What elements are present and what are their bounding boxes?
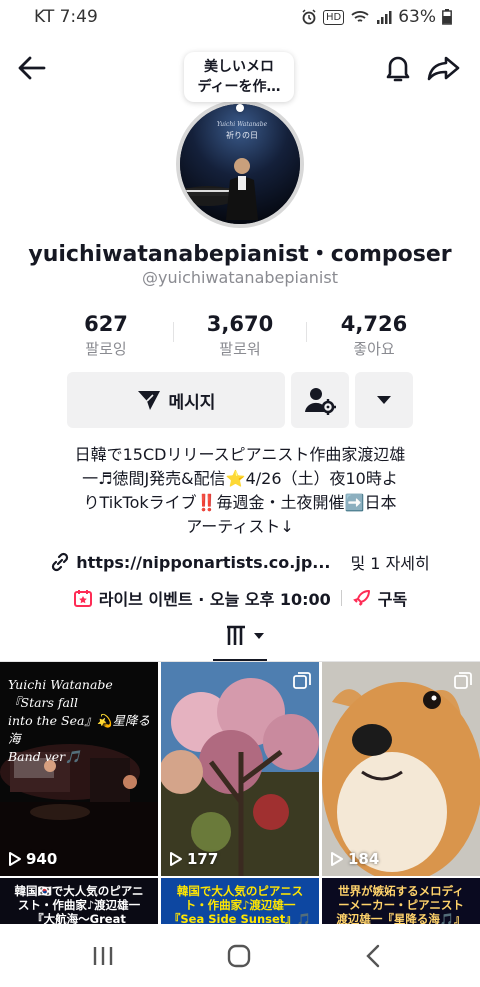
avatar[interactable]: Yuichi Watanabe 祈りの日 xyxy=(176,100,304,228)
followers-count: 3,670 xyxy=(206,312,274,336)
video-thumbnail[interactable]: 韓国🇰🇷で大人気のピアニ スト・作曲家♪渡辺雄一 『大航海〜Great xyxy=(0,878,158,924)
bubble-pointer xyxy=(236,104,244,112)
status-icons: HD 63% xyxy=(301,7,452,27)
system-back-button[interactable] xyxy=(360,943,390,969)
likes-label: 좋아요 xyxy=(353,340,395,358)
user-gear-icon xyxy=(305,388,336,415)
more-dropdown-button[interactable] xyxy=(355,372,413,428)
message-label: 메시지 xyxy=(168,392,216,413)
video-thumbnail[interactable]: 韓国で大人気のピアニス ト・作曲家♪渡辺雄一 『Sea Side Sunset』… xyxy=(161,878,319,924)
caret-down-icon xyxy=(254,633,264,639)
play-icon xyxy=(170,852,182,866)
video-title: 世界が嫉妬するメロディ ーメーカー・ピアニスト 渡辺雄一『星降る海🎵』 xyxy=(336,884,466,924)
stat-following[interactable]: 627 팔로잉 xyxy=(46,312,166,359)
link-icon xyxy=(52,552,69,572)
system-nav-bar xyxy=(0,925,480,987)
wifi-icon xyxy=(351,11,369,22)
svg-text:Yuichi Watanabe: Yuichi Watanabe xyxy=(217,121,268,128)
more-link[interactable]: 및 1 자세히 xyxy=(351,550,430,574)
stat-divider xyxy=(173,322,174,342)
battery-percent: 63% xyxy=(398,7,436,27)
cherry-blossom-image xyxy=(161,662,319,876)
recents-icon xyxy=(93,947,113,965)
note-bubble[interactable]: 美しいメロ ディーを作… xyxy=(184,52,294,102)
profile-name: yuichiwatanabepianist・composer xyxy=(28,242,452,267)
notification-button[interactable] xyxy=(380,50,416,86)
subscribe-label[interactable]: 구독 xyxy=(378,586,407,610)
home-button[interactable] xyxy=(224,943,254,969)
view-count-value: 184 xyxy=(348,850,380,868)
share-button[interactable] xyxy=(424,50,464,86)
bell-icon xyxy=(386,56,410,82)
video-title: 韓国🇰🇷で大人気のピアニ スト・作曲家♪渡辺雄一 『大航海〜Great xyxy=(14,884,144,924)
view-count: 177 xyxy=(169,850,218,868)
carrier-time: KT 7:49 xyxy=(34,7,98,27)
video-thumbnail[interactable]: 184 xyxy=(322,662,480,876)
following-count: 627 xyxy=(84,312,128,336)
video-thumbnail[interactable]: 177 xyxy=(161,662,319,876)
likes-count: 4,726 xyxy=(340,312,408,336)
tab-videos[interactable] xyxy=(222,622,268,650)
view-count: 184 xyxy=(330,850,379,868)
view-count-value: 940 xyxy=(26,850,58,868)
stat-likes[interactable]: 4,726 좋아요 xyxy=(314,312,434,359)
send-icon xyxy=(137,391,160,410)
alarm-icon xyxy=(302,9,316,25)
recent-apps-button[interactable] xyxy=(88,943,118,969)
arrow-left-icon xyxy=(18,56,46,80)
signal-icon xyxy=(377,11,392,24)
view-count: 940 xyxy=(8,850,57,868)
grid-lines-icon xyxy=(227,625,245,645)
stat-followers[interactable]: 3,670 팔로워 xyxy=(180,312,300,359)
video-thumbnail[interactable]: 世界が嫉妬するメロディ ーメーカー・ピアニスト 渡辺雄一『星降る海🎵』 xyxy=(322,878,480,924)
calendar-star-icon xyxy=(73,590,92,607)
follow-settings-button[interactable] xyxy=(291,372,349,428)
live-event-text: 라이브 이벤트 · 오늘 오후 10:00 xyxy=(98,590,331,609)
status-bar: KT 7:49 HD 63% xyxy=(0,0,480,36)
share-arrow-icon xyxy=(427,56,460,81)
battery-icon xyxy=(442,9,452,25)
bio-link-row[interactable]: https://nipponartists.co.jp... 및 1 자세히 xyxy=(0,550,480,574)
caret-down-icon xyxy=(377,396,391,404)
view-count-value: 177 xyxy=(187,850,219,868)
avatar-image: Yuichi Watanabe 祈りの日 xyxy=(180,104,300,224)
stat-divider xyxy=(306,322,307,342)
svg-text:祈りの日: 祈りの日 xyxy=(226,130,258,140)
play-icon xyxy=(9,852,21,866)
video-title: 韓国で大人気のピアニス ト・作曲家♪渡辺雄一 『Sea Side Sunset』… xyxy=(168,884,312,924)
video-thumbnail[interactable]: Yuichi Watanabe『Stars fall into the Sea』… xyxy=(0,662,158,876)
multi-photo-icon xyxy=(293,672,311,689)
event-divider xyxy=(340,590,342,606)
play-icon xyxy=(331,852,343,866)
live-event-row[interactable]: 라이브 이벤트 · 오늘 오후 10:00 구독 xyxy=(0,586,480,610)
hd-badge: HD xyxy=(322,9,345,25)
followers-label: 팔로워 xyxy=(219,340,261,358)
chevron-left-icon xyxy=(366,944,380,968)
rocket-icon xyxy=(352,590,370,606)
video-title: Yuichi Watanabe『Stars fall into the Sea』… xyxy=(8,677,150,764)
multi-photo-icon xyxy=(454,672,472,689)
profile-handle: @yuichiwatanabepianist xyxy=(142,268,338,287)
profile-bio: 日韓で15CDリリースピアニスト作曲家渡辺雄 一♬徳間J発売&配信⭐4/26（土… xyxy=(74,445,406,536)
home-circle-icon xyxy=(227,944,251,968)
bio-link[interactable]: https://nipponartists.co.jp... xyxy=(76,553,330,572)
message-button[interactable]: 메시지 xyxy=(67,372,285,428)
back-button[interactable] xyxy=(14,50,50,86)
following-label: 팔로잉 xyxy=(85,340,127,358)
shiba-dog-image xyxy=(322,662,480,876)
